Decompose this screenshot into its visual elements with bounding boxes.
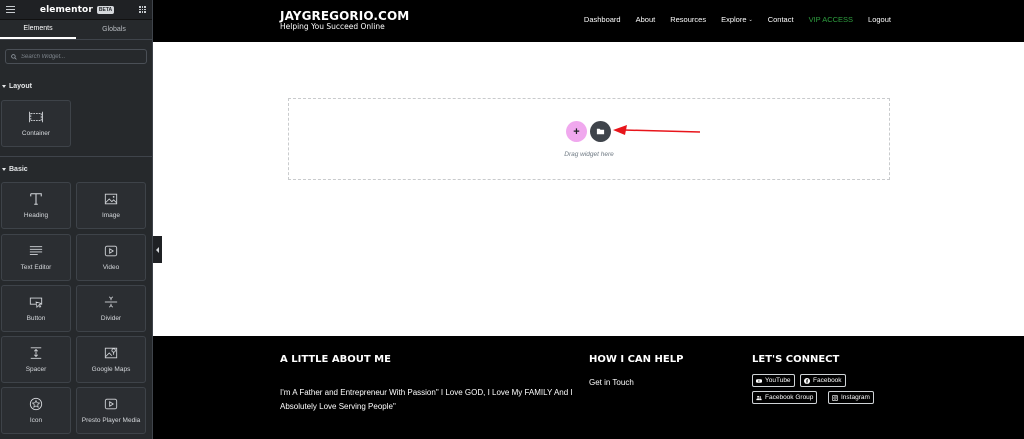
widget-label: Spacer (25, 366, 47, 373)
nav-vip-access[interactable]: VIP ACCESS (809, 15, 853, 24)
widget-video[interactable]: Video (76, 234, 146, 281)
youtube-label: YouTube (765, 377, 791, 384)
section-divider (0, 156, 152, 157)
youtube-icon (756, 378, 762, 383)
media-icon (104, 398, 118, 410)
nav-explore[interactable]: Explore ⌄ (721, 15, 753, 24)
widget-google-maps[interactable]: Google Maps (76, 336, 146, 383)
widget-container[interactable]: Container (1, 100, 71, 147)
instagram-icon (832, 394, 838, 401)
tab-globals[interactable]: Globals (76, 20, 152, 39)
image-icon (104, 193, 118, 205)
widget-label: Button (26, 315, 46, 322)
get-in-touch-link[interactable]: Get in Touch (589, 378, 634, 387)
facebook-group-label: Facebook Group (765, 394, 814, 401)
users-icon (756, 395, 762, 400)
heading-icon (30, 193, 42, 205)
collapse-panel-button[interactable] (153, 236, 162, 263)
facebook-group-link[interactable]: Facebook Group (752, 391, 818, 404)
beta-badge: BETA (96, 5, 115, 14)
logo-tagline: Helping You Succeed Online (280, 22, 385, 31)
caret-down-icon (2, 85, 6, 88)
add-section-button[interactable]: + (566, 121, 587, 142)
add-template-button[interactable] (590, 121, 611, 142)
widget-divider[interactable]: Divider (76, 285, 146, 332)
instagram-link[interactable]: Instagram (828, 391, 874, 404)
widget-spacer[interactable]: Spacer (1, 336, 71, 383)
nav-resources[interactable]: Resources (670, 15, 706, 24)
section-layout-toggle[interactable]: Layout (0, 83, 32, 90)
drop-zone[interactable] (288, 98, 890, 180)
elementor-logo: elementor BETA (39, 4, 115, 15)
widget-search[interactable] (5, 49, 147, 64)
panel-header: elementor BETA (0, 0, 152, 20)
chevron-down-icon: ⌄ (748, 16, 753, 23)
star-icon (29, 397, 43, 411)
section-basic-title: Basic (9, 166, 28, 173)
menu-icon[interactable] (6, 6, 15, 13)
widget-label: Divider (100, 315, 122, 322)
site-footer: A LITTLE ABOUT ME I'm A Father and Entre… (153, 336, 1024, 439)
widget-label: Container (21, 130, 51, 137)
about-title: A LITTLE ABOUT ME (280, 354, 391, 365)
widget-heading[interactable]: Heading (1, 182, 71, 229)
drag-widget-hint: Drag widget here (564, 151, 614, 158)
chevron-left-icon (156, 246, 159, 253)
video-icon (104, 245, 118, 257)
logo-title: JAYGREGORIO.COM (280, 9, 410, 23)
tab-elements[interactable]: Elements (0, 20, 76, 39)
widget-label: Video (102, 264, 120, 271)
apps-grid-icon[interactable] (138, 6, 146, 13)
panel-tabs: Elements Globals (0, 20, 152, 40)
instagram-label: Instagram (841, 394, 870, 401)
map-icon (104, 347, 118, 359)
help-title: HOW I CAN HELP (589, 354, 684, 365)
facebook-link[interactable]: Facebook (800, 374, 846, 387)
site-header: JAYGREGORIO.COM Helping You Succeed Onli… (153, 0, 1024, 42)
folder-icon (596, 128, 605, 135)
widget-presto-player-media[interactable]: Presto Player Media (76, 387, 146, 434)
widget-label: Icon (29, 417, 43, 424)
widget-label: Google Maps (91, 366, 131, 373)
widget-button[interactable]: Button (1, 285, 71, 332)
nav-contact[interactable]: Contact (768, 15, 794, 24)
search-icon (11, 53, 17, 60)
widget-label: Presto Player Media (81, 417, 141, 424)
nav-explore-label: Explore (721, 15, 747, 24)
widget-image[interactable]: Image (76, 182, 146, 229)
text-editor-icon (29, 246, 43, 255)
connect-title: LET'S CONNECT (752, 354, 840, 365)
facebook-icon (804, 377, 810, 384)
facebook-label: Facebook (813, 377, 842, 384)
divider-icon (104, 296, 118, 308)
youtube-link[interactable]: YouTube (752, 374, 795, 387)
nav-logout[interactable]: Logout (868, 15, 891, 24)
button-icon (29, 297, 43, 309)
nav-dashboard[interactable]: Dashboard (584, 15, 621, 24)
caret-down-icon (2, 168, 6, 171)
widget-text-editor[interactable]: Text Editor (1, 234, 71, 281)
spacer-icon (30, 347, 42, 359)
section-basic-toggle[interactable]: Basic (0, 166, 28, 173)
widget-label: Image (101, 212, 121, 219)
plus-icon: + (573, 125, 580, 138)
main-nav: Dashboard About Resources Explore ⌄ Conta… (584, 15, 891, 24)
section-layout-title: Layout (9, 83, 32, 90)
about-text: I'm A Father and Entrepreneur With Passi… (280, 388, 573, 411)
brand-name: elementor (39, 4, 93, 15)
widget-label: Heading (23, 212, 49, 219)
container-icon (29, 111, 43, 123)
nav-about[interactable]: About (636, 15, 656, 24)
widget-label: Text Editor (20, 264, 52, 271)
search-input[interactable] (21, 53, 141, 60)
widget-icon[interactable]: Icon (1, 387, 71, 434)
site-logo[interactable]: JAYGREGORIO.COM Helping You Succeed Onli… (280, 10, 409, 31)
annotation-arrow-icon (613, 125, 701, 135)
elementor-panel: elementor BETA Elements Globals Layout C… (0, 0, 153, 439)
